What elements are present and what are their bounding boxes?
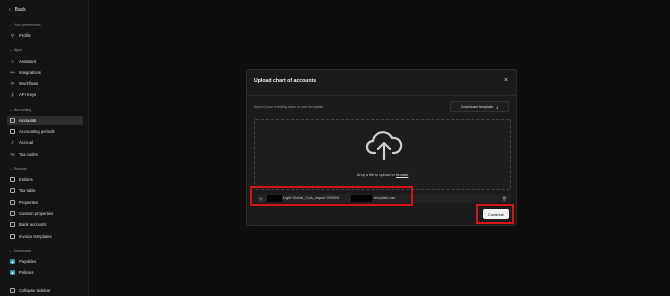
section-preferences[interactable]: ⌄ Your preferences <box>9 23 40 27</box>
sparkle-icon: ✧ <box>10 58 15 64</box>
sidebar-item-label: Invoice templates <box>19 234 52 239</box>
close-icon[interactable]: × <box>504 77 508 84</box>
modal-title: Upload chart of accounts <box>254 78 317 84</box>
calendar-icon <box>10 129 15 134</box>
chevron-left-icon: ‹ <box>9 6 11 13</box>
download-label: Download template <box>460 104 494 109</box>
sidebar-item-api-keys[interactable]: ⚷ API Keys <box>7 90 83 99</box>
ledger-icon <box>10 118 15 123</box>
sidebar-item-payables[interactable]: ◈ Payables <box>7 257 83 266</box>
sidebar-item-invoice-templates[interactable]: Invoice templates <box>7 232 83 241</box>
policies-app-icon: ◈ <box>10 270 15 275</box>
sidebar-item-bank-accounts[interactable]: Bank accounts <box>7 220 83 229</box>
section-label: Your preferences <box>13 23 41 27</box>
chevron-down-icon: ⌄ <box>9 249 12 253</box>
section-accounting[interactable]: ⌄ Accounting <box>9 108 31 112</box>
sidebar-item-label: Payables <box>19 259 37 264</box>
table-icon <box>10 188 15 193</box>
highlight-file-row <box>250 186 413 206</box>
sidebar-item-label: Tax table <box>19 188 36 193</box>
sidebar-item-label: API Keys <box>19 92 37 97</box>
chevron-down-icon: ⌄ <box>9 167 12 171</box>
dropzone-text: Drop a file to upload or browse <box>255 173 510 177</box>
section-label: Apps <box>13 48 22 52</box>
section-label: Accounting <box>13 108 32 112</box>
sidebar-item-label: Properties <box>19 200 39 205</box>
sidebar-item-label: Tax codes <box>19 152 38 157</box>
cloud-upload-icon <box>365 131 403 161</box>
user-icon: ⚲ <box>10 32 15 38</box>
sidebar-item-label: Custom properties <box>19 211 54 216</box>
sidebar-toggle-icon <box>10 288 15 293</box>
sidebar-item-label: Accrual <box>19 140 33 145</box>
collapse-sidebar-button[interactable]: Collapse sidebar <box>7 286 83 295</box>
plug-icon: ⚯ <box>10 69 15 75</box>
sidebar-item-entities[interactable]: Entities <box>7 175 83 184</box>
chevron-down-icon: ⌄ <box>9 108 12 112</box>
sliders-icon <box>10 211 15 216</box>
sidebar-item-accounting-periods[interactable]: Accounting periods <box>7 127 83 136</box>
percent-icon: % <box>10 152 15 157</box>
sidebar-item-integrations[interactable]: ⚯ Integrations <box>7 68 83 77</box>
back-label: Back <box>14 6 26 13</box>
chevron-down-icon: ⌄ <box>9 48 12 52</box>
section-records[interactable]: ⌄ Records <box>9 167 27 171</box>
collapse-label: Collapse sidebar <box>19 288 51 293</box>
workflow-icon: ⟳ <box>10 80 15 86</box>
chevron-down-icon: ⌄ <box>9 23 12 27</box>
sidebar-item-tax-table[interactable]: Tax table <box>7 186 83 195</box>
building-icon <box>10 177 15 182</box>
document-icon <box>10 234 15 239</box>
download-icon: ⤓ <box>496 104 499 109</box>
sidebar-item-tax-codes[interactable]: % Tax codes <box>7 150 83 159</box>
file-dropzone[interactable]: Drop a file to upload or browse <box>254 119 511 190</box>
browse-link[interactable]: browse <box>396 173 408 177</box>
divider <box>247 95 516 96</box>
modal-subtitle: Import your existing data or use templat… <box>254 105 323 109</box>
sidebar-item-label: Integrations <box>19 70 41 75</box>
sidebar-item-workflows[interactable]: ⟳ Workflows <box>7 79 83 88</box>
sidebar-item-assistant[interactable]: ✧ Assistant <box>7 57 83 66</box>
section-downloads[interactable]: ⌄ Downloads <box>9 249 31 253</box>
sidebar-item-label: Policies <box>19 270 34 275</box>
sidebar-item-label: Accounts <box>19 118 37 123</box>
section-apps[interactable]: ⌄ Apps <box>9 48 22 52</box>
section-label: Downloads <box>13 249 32 253</box>
sidebar-item-label: Accounting periods <box>19 129 55 134</box>
trash-icon[interactable]: 🗑 <box>502 196 507 201</box>
sidebar-item-custom-properties[interactable]: Custom properties <box>7 209 83 218</box>
sidebar-item-label: Bank accounts <box>19 222 47 227</box>
bank-icon <box>10 222 15 227</box>
key-icon: ⚷ <box>10 91 15 97</box>
sidebar-item-policies[interactable]: ◈ Policies <box>7 268 83 277</box>
download-template-button[interactable]: Download template ⤓ <box>450 101 509 112</box>
settings-sidebar: ‹ Back ⌄ Your preferences ⚲ Profile ⌄ Ap… <box>0 0 89 296</box>
highlight-continue-button <box>476 204 514 224</box>
chart-icon: ⫽ <box>11 140 14 145</box>
sidebar-item-properties[interactable]: Properties <box>7 198 83 207</box>
list-icon <box>10 200 15 205</box>
back-button[interactable]: ‹ Back <box>9 5 26 14</box>
sidebar-item-label: Assistant <box>19 59 36 64</box>
sidebar-item-profile[interactable]: ⚲ Profile <box>7 31 83 40</box>
sidebar-item-accounts[interactable]: Accounts <box>7 116 83 125</box>
section-label: Records <box>13 167 27 171</box>
sidebar-item-label: Profile <box>19 33 31 38</box>
sidebar-item-accrual[interactable]: ⫽ Accrual <box>7 138 83 147</box>
payables-app-icon: ◈ <box>10 259 15 264</box>
sidebar-item-label: Entities <box>19 177 33 182</box>
drop-instruction: Drop a file to upload or <box>356 173 396 177</box>
sidebar-item-label: Workflows <box>19 81 39 86</box>
